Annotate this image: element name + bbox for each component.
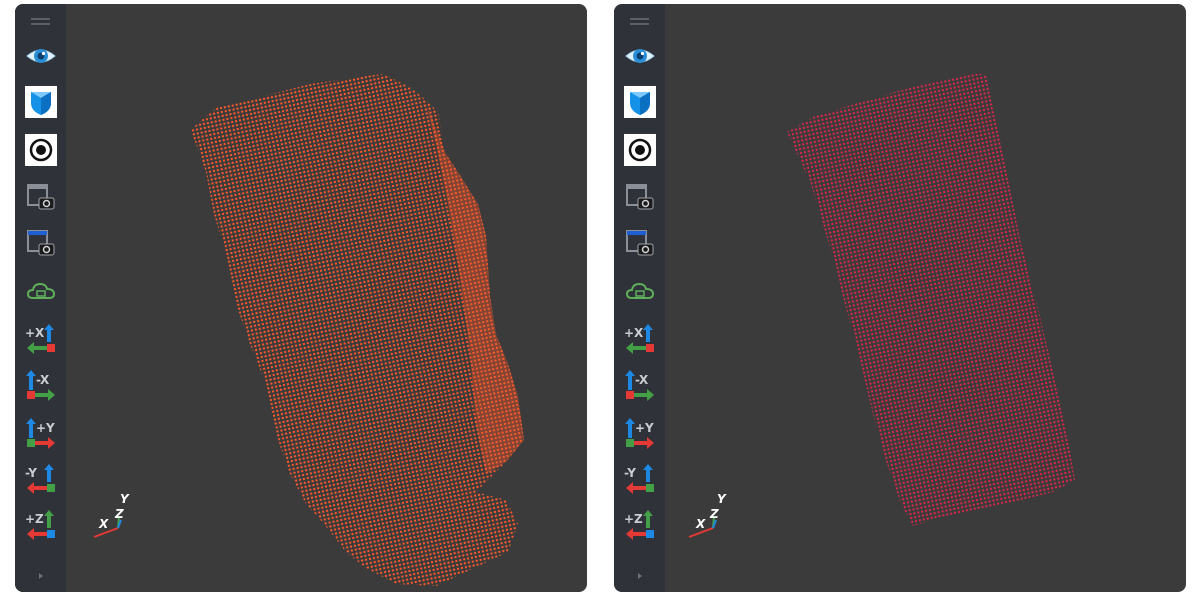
view-minus-x-icon: -X (26, 370, 55, 401)
svg-text:+Y: +Y (36, 421, 55, 435)
view-minus-x-button[interactable]: -X (25, 370, 57, 402)
screenshot-icon (27, 184, 55, 210)
screenshot-button[interactable] (25, 182, 57, 214)
view-plus-y-icon: +Y (625, 418, 654, 449)
axis-gizmo: X Y Z (688, 492, 727, 538)
axis-x-label: X (695, 517, 706, 531)
screenshot-icon (626, 184, 654, 210)
point-cloud-right (787, 74, 1075, 526)
toolbar-handle-icon[interactable] (31, 18, 50, 26)
cloud-button[interactable] (624, 276, 656, 308)
screenshot-button[interactable] (624, 182, 656, 214)
screenshot-blue-icon (626, 230, 654, 256)
pick-point-button[interactable] (624, 134, 656, 166)
target-icon (25, 134, 57, 166)
cloud-button[interactable] (25, 276, 57, 308)
view-plus-z-icon: +Z (624, 510, 654, 540)
view-toolbar: +X -X +Y -Y +Z (15, 4, 66, 592)
toolbar-handle-icon[interactable] (630, 18, 649, 26)
axis-y-label: Y (120, 492, 130, 506)
axis-z-label: Z (709, 507, 719, 521)
view-plus-x-icon: +X (624, 324, 654, 354)
screenshot-blue-icon (27, 230, 55, 256)
screenshot-background-button[interactable] (624, 228, 656, 260)
shield-icon (624, 86, 656, 118)
view-plus-x-button[interactable]: +X (25, 324, 57, 356)
view-plus-z-icon: +Z (25, 510, 55, 540)
toggle-visibility-button[interactable] (624, 40, 656, 72)
view-plus-x-button[interactable]: +X (624, 324, 656, 356)
point-cloud-canvas[interactable]: X Y Z (66, 4, 587, 592)
svg-text:+X: +X (25, 326, 45, 340)
toggle-visibility-button[interactable] (25, 40, 57, 72)
view-plus-y-button[interactable]: +Y (624, 418, 656, 450)
expand-toolbar-icon[interactable] (636, 572, 644, 580)
view-plus-x-icon: +X (25, 324, 55, 354)
view-plus-y-icon: +Y (26, 418, 55, 449)
cloud-icon (26, 282, 56, 299)
view-minus-y-button[interactable]: -Y (624, 464, 656, 496)
view-plus-z-button[interactable]: +Z (624, 510, 656, 542)
svg-text:+Y: +Y (635, 421, 654, 435)
svg-text:-X: -X (36, 373, 50, 387)
view-toolbar: +X -X +Y -Y +Z (614, 4, 665, 592)
eye-icon (26, 49, 56, 63)
svg-text:-Y: -Y (624, 466, 636, 480)
screenshot-background-button[interactable] (25, 228, 57, 260)
shield-icon (25, 86, 57, 118)
view-plus-z-button[interactable]: +Z (25, 510, 57, 542)
axis-y-label: Y (717, 492, 727, 506)
svg-text:+Z: +Z (25, 512, 44, 526)
svg-text:+Z: +Z (624, 512, 643, 526)
target-icon (624, 134, 656, 166)
cloud-icon (625, 282, 655, 299)
svg-text:+X: +X (624, 326, 644, 340)
svg-text:-X: -X (635, 373, 649, 387)
view-plus-y-button[interactable]: +Y (25, 418, 57, 450)
axis-gizmo: X Y Z (93, 492, 130, 538)
svg-text:-Y: -Y (25, 466, 37, 480)
shading-mode-button[interactable] (624, 86, 656, 118)
view-minus-x-icon: -X (625, 370, 654, 401)
view-minus-y-icon: -Y (624, 464, 654, 494)
point-cloud-canvas[interactable]: X Y Z (665, 4, 1186, 592)
view-minus-y-icon: -Y (25, 464, 55, 494)
axis-z-label: Z (114, 507, 124, 521)
point-cloud-viewer-left[interactable]: +X -X +Y -Y +Z X Y Z (15, 4, 587, 592)
axis-x-label: X (98, 517, 109, 531)
view-minus-y-button[interactable]: -Y (25, 464, 57, 496)
point-cloud-viewer-right[interactable]: +X -X +Y -Y +Z X Y Z (614, 4, 1186, 592)
view-minus-x-button[interactable]: -X (624, 370, 656, 402)
expand-toolbar-icon[interactable] (37, 572, 45, 580)
pick-point-button[interactable] (25, 134, 57, 166)
shading-mode-button[interactable] (25, 86, 57, 118)
eye-icon (625, 49, 655, 63)
